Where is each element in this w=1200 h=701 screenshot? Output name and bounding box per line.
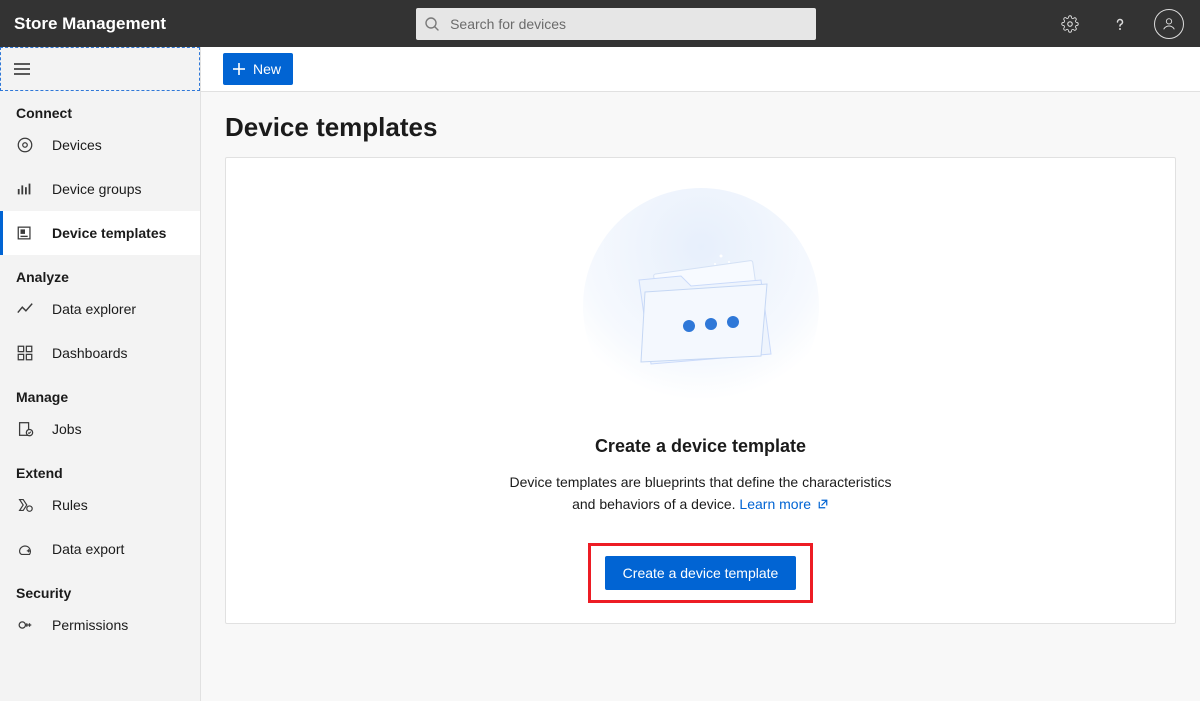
empty-state-illustration (565, 188, 837, 424)
sidebar-item-device-templates[interactable]: Device templates (0, 211, 200, 255)
sidebar-item-label: Jobs (52, 421, 82, 437)
chart-icon (16, 300, 34, 318)
sidebar-item-label: Device templates (52, 225, 166, 241)
create-device-template-label: Create a device template (623, 565, 779, 581)
toolbar: New (201, 47, 1200, 92)
sidebar-item-devices[interactable]: Devices (0, 123, 200, 167)
sidebar-item-label: Data export (52, 541, 124, 557)
dashboard-icon (16, 344, 34, 362)
sidebar-section-connect: Connect (0, 91, 200, 123)
plus-icon (231, 61, 247, 77)
cta-highlight: Create a device template (588, 543, 814, 603)
templates-icon (16, 224, 34, 242)
sidebar-item-data-explorer[interactable]: Data explorer (0, 287, 200, 331)
settings-button[interactable] (1054, 8, 1086, 40)
sidebar-item-permissions[interactable]: Permissions (0, 603, 200, 647)
app-header: Store Management (0, 0, 1200, 47)
create-device-template-button[interactable]: Create a device template (605, 556, 797, 590)
sidebar-section-extend: Extend (0, 451, 200, 483)
devices-icon (16, 136, 34, 154)
avatar-icon (1161, 16, 1177, 32)
search-icon (416, 16, 448, 32)
hamburger-icon (13, 61, 31, 77)
sidebar-item-device-groups[interactable]: Device groups (0, 167, 200, 211)
export-icon (16, 540, 34, 558)
sidebar-item-label: Rules (52, 497, 88, 513)
account-avatar[interactable] (1154, 9, 1184, 39)
content-area: New Device templates (201, 47, 1200, 701)
sidebar-section-security: Security (0, 571, 200, 603)
sidebar-item-rules[interactable]: Rules (0, 483, 200, 527)
sidebar-item-label: Dashboards (52, 345, 128, 361)
help-icon (1112, 16, 1128, 32)
sidebar-item-label: Permissions (52, 617, 128, 633)
empty-state-card: Create a device template Device template… (225, 157, 1176, 624)
sidebar-section-manage: Manage (0, 375, 200, 407)
new-button-label: New (253, 61, 281, 77)
external-link-icon (815, 496, 829, 512)
empty-state-title: Create a device template (595, 436, 806, 457)
app-title: Store Management (14, 14, 166, 34)
groups-icon (16, 180, 34, 198)
sidebar-item-data-export[interactable]: Data export (0, 527, 200, 571)
page-title: Device templates (225, 112, 1176, 143)
sidebar-item-jobs[interactable]: Jobs (0, 407, 200, 451)
new-button[interactable]: New (223, 53, 293, 85)
learn-more-link[interactable]: Learn more (739, 496, 828, 512)
rules-icon (16, 496, 34, 514)
folder-template-icon (611, 236, 791, 376)
sidebar-item-label: Device groups (52, 181, 142, 197)
empty-state-description: Device templates are blueprints that def… (509, 471, 891, 515)
gear-icon (1061, 15, 1079, 33)
search-input[interactable] (448, 15, 816, 33)
permissions-icon (16, 616, 34, 634)
sidebar-item-label: Devices (52, 137, 102, 153)
search-box[interactable] (416, 8, 816, 40)
sidebar: Connect Devices Device groups Device tem… (0, 47, 201, 701)
jobs-icon (16, 420, 34, 438)
sidebar-item-dashboards[interactable]: Dashboards (0, 331, 200, 375)
sidebar-item-label: Data explorer (52, 301, 136, 317)
hamburger-button[interactable] (0, 47, 200, 91)
help-button[interactable] (1104, 8, 1136, 40)
sidebar-section-analyze: Analyze (0, 255, 200, 287)
